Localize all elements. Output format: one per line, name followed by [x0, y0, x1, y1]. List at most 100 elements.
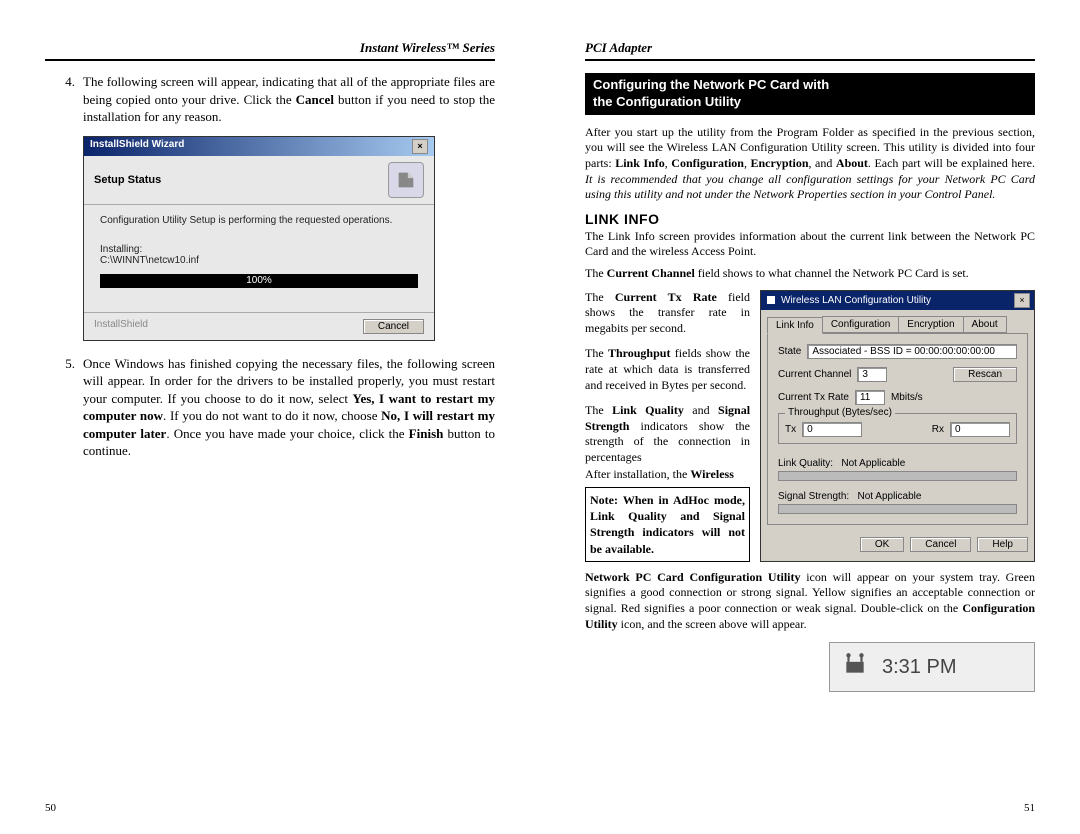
left-column: The Current Tx Rate field shows the tran…	[585, 290, 750, 562]
close-icon[interactable]: ×	[412, 139, 428, 154]
intro-c3: , and	[809, 156, 836, 170]
after-b5: Wireless	[690, 467, 734, 481]
intro-b3: Encryption	[751, 156, 809, 170]
tray-time: 3:31 PM	[882, 656, 956, 679]
close-icon[interactable]: ×	[1014, 293, 1030, 308]
state-row: State Associated - BSS ID = 00:00:00:00:…	[778, 344, 1017, 359]
channel-row: Current Channel 3 Rescan	[778, 367, 1017, 382]
s5-t3: . Once you have made your choice, click …	[166, 426, 408, 441]
txrate-row: Current Tx Rate 11 Mbits/s	[778, 390, 1017, 405]
page-num-left: 50	[45, 802, 56, 814]
installing-label: Installing:	[100, 244, 418, 255]
tab-link-info[interactable]: Link Info	[767, 317, 823, 334]
s5-t2: . If you do not want to do it now, choos…	[163, 408, 381, 423]
lq-label: Link Quality:	[778, 458, 833, 469]
right-page: PCI Adapter Configuring the Network PC C…	[540, 0, 1080, 834]
dialog-title: InstallShield Wizard	[90, 139, 184, 154]
after1: After installation, the	[585, 467, 690, 481]
tab-configuration[interactable]: Configuration	[822, 316, 899, 333]
ss-bar	[778, 504, 1017, 514]
config-utility-dialog: Wireless LAN Configuration Utility × Lin…	[760, 290, 1035, 562]
installshield-dialog: InstallShield Wizard × Setup Status Conf…	[83, 136, 435, 341]
tx-b1: Current Tx Rate	[615, 290, 717, 304]
ch-t1: The	[585, 266, 607, 280]
dialog-header: Setup Status	[84, 156, 434, 205]
progress-bar: 100%	[100, 274, 418, 288]
lq-bar	[778, 471, 1017, 481]
footer-t2: icon, and the screen above will appear.	[618, 617, 807, 631]
note-box: Note: When in AdHoc mode, Link Quality a…	[585, 487, 750, 562]
tx-label: Tx	[785, 424, 796, 435]
rx-label: Rx	[932, 424, 944, 435]
after-install: After installation, the Wireless	[585, 467, 750, 483]
s4-b1: Cancel	[296, 92, 334, 107]
lq-b3: Link Quality	[612, 403, 684, 417]
button-row: OK Cancel Help	[761, 531, 1034, 558]
step-5-num: 5.	[45, 355, 83, 460]
setup-icon	[388, 162, 424, 198]
state-label: State	[778, 346, 801, 357]
two-column: The Current Tx Rate field shows the tran…	[585, 290, 1035, 562]
step-4: 4. The following screen will appear, ind…	[45, 73, 495, 126]
tab-about[interactable]: About	[963, 316, 1007, 333]
throughput-row: Tx 0 Rx 0	[785, 422, 1010, 437]
txrate-label: Current Tx Rate	[778, 392, 849, 403]
ch-b: Current Channel	[607, 266, 695, 280]
rx-value: 0	[950, 422, 1010, 437]
channel-value: 3	[857, 367, 887, 382]
link-info-intro: The Link Info screen provides informatio…	[585, 229, 1035, 260]
intro-italic: It is recommended that you change all co…	[585, 172, 1035, 202]
step-4-text: The following screen will appear, indica…	[83, 73, 495, 126]
tx-value: 0	[802, 422, 862, 437]
state-value: Associated - BSS ID = 00:00:00:00:00:00	[807, 344, 1017, 359]
ok-button[interactable]: OK	[860, 537, 904, 552]
section-title-1: Configuring the Network PC Card with	[593, 77, 829, 92]
intro-b1: Link Info	[615, 156, 665, 170]
page-num-right: 51	[1024, 802, 1035, 814]
section-title-2: the Configuration Utility	[593, 94, 741, 109]
ch-t2: field shows to what channel the Network …	[695, 266, 969, 280]
step-5: 5. Once Windows has finished copying the…	[45, 355, 495, 460]
s5-b3: Finish	[409, 426, 444, 441]
footer-text: Network PC Card Configuration Utility ic…	[585, 570, 1035, 632]
ss-row: Signal Strength: Not Applicable	[778, 491, 1017, 514]
txrate-unit: Mbits/s	[891, 392, 923, 403]
throughput-para: The Throughput fields show the rate at w…	[585, 346, 750, 393]
tp-b2: Throughput	[608, 346, 670, 360]
dialog-heading: Setup Status	[94, 174, 161, 186]
dialog-footer: InstallShield Cancel	[84, 312, 434, 340]
footer-b1: Network PC Card Configuration Utility	[585, 570, 801, 584]
lq-para: The Link Quality and Signal Strength ind…	[585, 403, 750, 465]
dialog-body: Configuration Utility Setup is performin…	[84, 205, 434, 312]
help-button[interactable]: Help	[977, 537, 1028, 552]
lq1: The	[585, 403, 612, 417]
tabs: Link Info Configuration Encryption About	[761, 310, 1034, 333]
intro-text: After you start up the utility from the …	[585, 125, 1035, 203]
section-title-bar: Configuring the Network PC Card with the…	[585, 73, 1035, 115]
intro-b2: Configuration	[671, 156, 744, 170]
tray-icon[interactable]	[842, 651, 868, 683]
intro-t2: . Each part will be explained here.	[868, 156, 1035, 170]
rescan-button[interactable]: Rescan	[953, 367, 1017, 382]
step-4-num: 4.	[45, 73, 83, 126]
tx-rate-para: The Current Tx Rate field shows the tran…	[585, 290, 750, 337]
installshield-brand: InstallShield	[94, 319, 148, 330]
throughput-title: Throughput (Bytes/sec)	[785, 407, 895, 418]
tp1: The	[585, 346, 608, 360]
txrate-value: 11	[855, 390, 885, 405]
throughput-group: Throughput (Bytes/sec) Tx 0 Rx 0	[778, 413, 1017, 444]
dialog-titlebar: InstallShield Wizard ×	[84, 137, 434, 156]
cancel-button[interactable]: Cancel	[363, 319, 424, 334]
tab-encryption[interactable]: Encryption	[898, 316, 963, 333]
tx1: The	[585, 290, 615, 304]
lq-row: Link Quality: Not Applicable	[778, 458, 1017, 481]
link-info-heading: LINK INFO	[585, 211, 1035, 227]
tab-panel: State Associated - BSS ID = 00:00:00:00:…	[767, 333, 1028, 525]
ss-value: Not Applicable	[858, 491, 922, 502]
dialog-line1: Configuration Utility Setup is performin…	[100, 215, 418, 226]
channel-label: Current Channel	[778, 369, 851, 380]
step-5-text: Once Windows has finished copying the ne…	[83, 355, 495, 460]
cancel-button[interactable]: Cancel	[910, 537, 971, 552]
cfg-title: Wireless LAN Configuration Utility	[781, 295, 931, 306]
right-header: PCI Adapter	[585, 40, 1035, 61]
